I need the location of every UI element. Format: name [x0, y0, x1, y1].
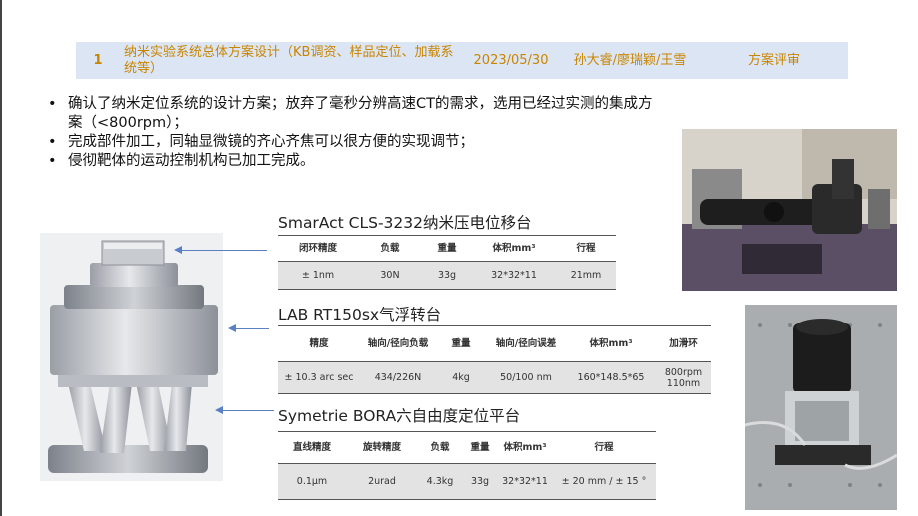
- col-header: 直线精度: [278, 431, 346, 464]
- bullet-item: 完成部件加工，同轴显微镜的齐心齐焦可以很方便的实现调节；: [46, 133, 666, 152]
- hexapod-spec-table: 直线精度 旋转精度 负载 重量 体积mm³ 行程 0.1μm 2urad 4.3…: [278, 431, 656, 500]
- table-cell: 32*32*11: [498, 463, 552, 500]
- col-header: 负载: [358, 235, 422, 262]
- col-header: 行程: [556, 235, 616, 262]
- window-left-edge: [0, 0, 2, 516]
- rotary-spec-table: 精度 轴向/径向负载 重量 轴向/径向误差 体积mm³ 加滑环 ± 10.3 a…: [278, 325, 711, 394]
- table-cell: 4.3kg: [418, 463, 462, 500]
- table-cell: 50/100 nm: [486, 361, 566, 394]
- col-header: 轴向/径向负载: [360, 325, 436, 362]
- rotary-stage-photo: [745, 305, 897, 510]
- table-cell: 434/226N: [360, 361, 436, 394]
- col-header: 加滑环: [656, 325, 711, 362]
- schedule-row: 1 纳米实验系统总体方案设计（KB调资、样品定位、加载系统等） 2023/05/…: [76, 42, 848, 79]
- hexapod-title: Symetrie BORA六自由度定位平台: [278, 407, 521, 425]
- table-cell: 30N: [358, 261, 422, 290]
- col-header: 负载: [418, 431, 462, 464]
- table-cell: 0.1μm: [278, 463, 346, 500]
- microscope-photo: [682, 129, 897, 291]
- table-cell: 33g: [462, 463, 498, 500]
- table-cell: ± 20 mm / ± 15 °: [552, 463, 656, 500]
- table-cell: 800rpm 110nm: [656, 361, 711, 394]
- table-cell: 33g: [422, 261, 472, 290]
- col-header: 体积mm³: [566, 325, 656, 362]
- task-date: 2023/05/30: [473, 52, 549, 68]
- task-title: 纳米实验系统总体方案设计（KB调资、样品定位、加载系统等）: [124, 44, 454, 76]
- table-cell: ± 1nm: [278, 261, 358, 290]
- smaract-title: SmarAct CLS-3232纳米压电位移台: [278, 214, 532, 232]
- hexapod-render-image: [40, 233, 223, 481]
- task-review: 方案评审: [747, 52, 800, 68]
- table-cell: 4kg: [436, 361, 486, 394]
- smaract-spec-table: 闭环精度 负载 重量 体积mm³ 行程 ± 1nm 30N 33g 32*32*…: [278, 235, 616, 290]
- task-people: 孙大睿/廖瑞颖/王雪: [573, 52, 687, 68]
- table-cell: 21mm: [556, 261, 616, 290]
- table-cell: 32*32*11: [472, 261, 556, 290]
- rotary-stage-title: LAB RT150sx气浮转台: [278, 306, 442, 324]
- table-cell: 2urad: [346, 463, 418, 500]
- pointer-arrow-rotary: [228, 324, 269, 332]
- table-cell: ± 10.3 arc sec: [278, 361, 360, 394]
- row-number: 1: [93, 52, 103, 68]
- col-header: 旋转精度: [346, 431, 418, 464]
- col-header: 闭环精度: [278, 235, 358, 262]
- col-header: 行程: [552, 431, 656, 464]
- col-header: 精度: [278, 325, 360, 362]
- col-header: 体积mm³: [472, 235, 556, 262]
- col-header: 轴向/径向误差: [486, 325, 566, 362]
- col-header: 重量: [436, 325, 486, 362]
- pointer-arrow-hexapod: [215, 406, 274, 414]
- pointer-arrow-stage: [174, 246, 267, 254]
- table-cell: 160*148.5*65: [566, 361, 656, 394]
- col-header: 重量: [422, 235, 472, 262]
- bullet-list: 确认了纳米定位系统的设计方案；放弃了毫秒分辨高速CT的需求，选用已经过实测的集成…: [46, 95, 666, 171]
- col-header: 重量: [462, 431, 498, 464]
- col-header: 体积mm³: [498, 431, 552, 464]
- bullet-item: 侵彻靶体的运动控制机构已加工完成。: [46, 152, 666, 171]
- bullet-item: 确认了纳米定位系统的设计方案；放弃了毫秒分辨高速CT的需求，选用已经过实测的集成…: [46, 95, 666, 133]
